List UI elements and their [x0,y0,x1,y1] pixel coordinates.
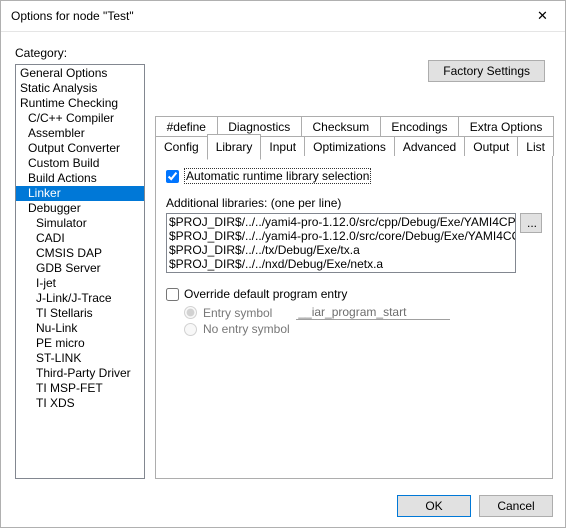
category-label: Category: [15,46,145,60]
dialog-body: Category: General OptionsStatic Analysis… [1,32,565,487]
tab-extra-options[interactable]: Extra Options [458,116,554,136]
tab-optimizations[interactable]: Optimizations [304,136,395,156]
category-list[interactable]: General OptionsStatic AnalysisRuntime Ch… [15,64,145,479]
settings-column: Factory Settings #defineDiagnosticsCheck… [155,46,553,479]
dialog-footer: OK Cancel [1,487,565,528]
category-item[interactable]: CADI [16,231,144,246]
category-item[interactable]: Nu-Link [16,321,144,336]
category-item[interactable]: TI Stellaris [16,306,144,321]
tab-input[interactable]: Input [260,136,305,156]
tab--define[interactable]: #define [155,116,218,136]
category-item[interactable]: CMSIS DAP [16,246,144,261]
tab-output[interactable]: Output [464,136,518,156]
window-title: Options for node "Test" [11,9,520,23]
category-item[interactable]: Debugger [16,201,144,216]
category-item[interactable]: Output Converter [16,141,144,156]
entry-symbol-input [296,305,450,320]
category-item[interactable]: Build Actions [16,171,144,186]
no-entry-symbol-radio [184,323,197,336]
no-entry-symbol-label: No entry symbol [203,322,290,336]
ok-button[interactable]: OK [397,495,471,517]
category-item[interactable]: Static Analysis [16,81,144,96]
category-item[interactable]: Linker [16,186,144,201]
tab-list[interactable]: List [517,136,554,156]
tab-library-content: Automatic runtime library selection Addi… [155,155,553,479]
titlebar: Options for node "Test" ✕ [1,1,565,32]
tab-row-2: ConfigLibraryInputOptimizationsAdvancedO… [155,136,553,156]
tab-encodings[interactable]: Encodings [380,116,459,136]
category-item[interactable]: I-jet [16,276,144,291]
category-item[interactable]: Custom Build [16,156,144,171]
options-dialog: Options for node "Test" ✕ Category: Gene… [0,0,566,528]
tab-panel: #defineDiagnosticsChecksumEncodingsExtra… [155,116,553,479]
category-item[interactable]: J-Link/J-Trace [16,291,144,306]
cancel-button[interactable]: Cancel [479,495,553,517]
entry-symbol-label: Entry symbol [203,306,272,320]
category-item[interactable]: Assembler [16,126,144,141]
category-item[interactable]: TI XDS [16,396,144,411]
category-item[interactable]: Third-Party Driver [16,366,144,381]
category-item[interactable]: ST-LINK [16,351,144,366]
category-column: Category: General OptionsStatic Analysis… [15,46,145,479]
tab-advanced[interactable]: Advanced [394,136,465,156]
tab-config[interactable]: Config [155,136,208,156]
category-item[interactable]: Runtime Checking [16,96,144,111]
tab-library[interactable]: Library [207,134,262,160]
additional-libs-textarea[interactable] [166,213,516,273]
entry-symbol-radio [184,306,197,319]
override-entry-label: Override default program entry [184,287,347,301]
factory-settings-button[interactable]: Factory Settings [428,60,545,82]
auto-runtime-label[interactable]: Automatic runtime library selection [184,168,371,184]
category-item[interactable]: GDB Server [16,261,144,276]
tab-checksum[interactable]: Checksum [301,116,381,136]
tab-row-1: #defineDiagnosticsChecksumEncodingsExtra… [155,116,553,136]
category-item[interactable]: Simulator [16,216,144,231]
browse-libs-button[interactable]: ... [520,213,542,233]
category-item[interactable]: General Options [16,66,144,81]
additional-libs-label: Additional libraries: (one per line) [166,196,542,210]
tab-diagnostics[interactable]: Diagnostics [217,116,302,136]
category-item[interactable]: PE micro [16,336,144,351]
auto-runtime-checkbox[interactable] [166,170,179,183]
override-entry-checkbox[interactable] [166,288,179,301]
close-icon[interactable]: ✕ [520,1,565,31]
category-item[interactable]: TI MSP-FET [16,381,144,396]
category-item[interactable]: C/C++ Compiler [16,111,144,126]
